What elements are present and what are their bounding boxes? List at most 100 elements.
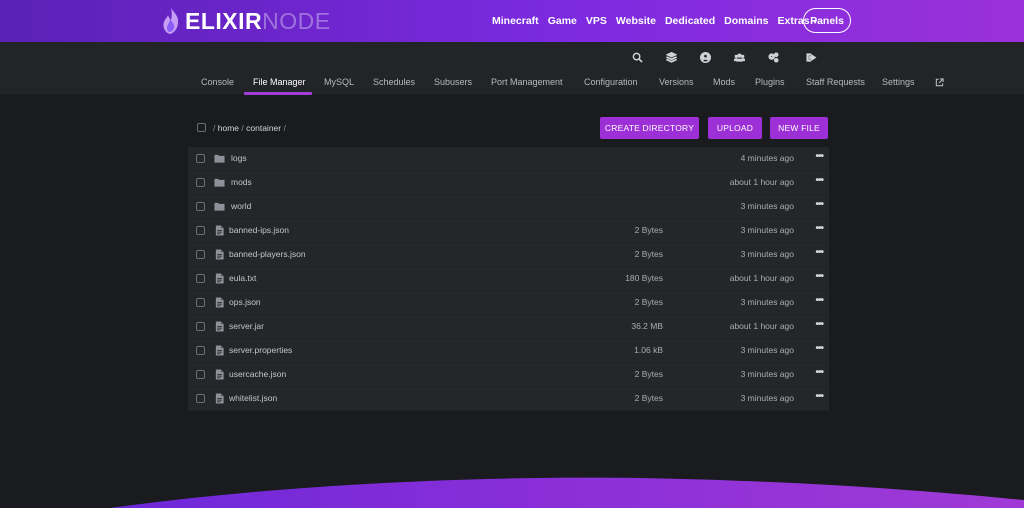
file-row[interactable]: logs 4 minutes ago ••• [188,147,829,171]
server-subnav: Console File Manager MySQL Schedules Sub… [0,42,1024,95]
row-menu-icon[interactable]: ••• [815,271,823,282]
file-row[interactable]: banned-ips.json 2 Bytes 3 minutes ago ••• [188,219,829,243]
file-name[interactable]: banned-ips.json [229,225,289,235]
row-menu-icon[interactable]: ••• [815,367,823,378]
file-modified: about 1 hour ago [729,273,794,283]
row-menu-icon[interactable]: ••• [815,319,823,330]
nav-game[interactable]: Game [548,15,577,27]
nav-minecraft[interactable]: Minecraft [492,15,539,27]
file-size: 2 Bytes [634,393,663,403]
tab-subusers[interactable]: Subusers [434,77,472,87]
breadcrumb-home[interactable]: home [218,123,239,133]
file-row[interactable]: whitelist.json 2 Bytes 3 minutes ago ••• [188,387,829,411]
row-checkbox[interactable] [196,394,205,403]
file-icon [214,225,225,236]
file-name[interactable]: banned-players.json [229,249,306,259]
cogs-icon[interactable] [768,52,780,64]
sign-out-icon[interactable] [806,52,818,64]
row-checkbox[interactable] [196,250,205,259]
folder-icon [214,201,225,212]
file-row[interactable]: banned-players.json 2 Bytes 3 minutes ago •… [188,243,829,267]
tab-mods[interactable]: Mods [713,77,735,87]
row-menu-icon[interactable]: ••• [815,391,823,402]
tab-configuration[interactable]: Configuration [584,77,638,87]
row-checkbox[interactable] [196,322,205,331]
upload-button[interactable]: UPLOAD [708,117,762,139]
file-size: 2 Bytes [634,225,663,235]
row-checkbox[interactable] [196,346,205,355]
external-link-icon[interactable] [935,78,944,87]
tab-staff-requests[interactable]: Staff Requests [806,77,865,87]
file-row[interactable]: ops.json 2 Bytes 3 minutes ago ••• [188,291,829,315]
file-size: 180 Bytes [625,273,663,283]
tab-mysql[interactable]: MySQL [324,77,354,87]
row-menu-icon[interactable]: ••• [815,175,823,186]
file-row[interactable]: server.properties 1.06 kB 3 minutes ago ••• [188,339,829,363]
panels-button[interactable]: Panels [803,8,851,33]
folder-icon [214,177,225,188]
row-checkbox[interactable] [196,226,205,235]
file-modified: 3 minutes ago [740,369,794,379]
layers-icon[interactable] [666,52,678,64]
row-menu-icon[interactable]: ••• [815,199,823,210]
row-menu-icon[interactable]: ••• [815,295,823,306]
row-menu-icon[interactable]: ••• [815,247,823,258]
row-menu-icon[interactable]: ••• [815,343,823,354]
file-name[interactable]: whitelist.json [229,393,277,403]
file-name[interactable]: server.properties [229,345,292,355]
tab-console[interactable]: Console [201,77,234,87]
tab-versions[interactable]: Versions [659,77,694,87]
file-row[interactable]: eula.txt 180 Bytes about 1 hour ago ••• [188,267,829,291]
file-name[interactable]: mods [231,177,252,187]
search-icon[interactable] [632,52,644,64]
nav-vps[interactable]: VPS [586,15,607,27]
select-all-checkbox[interactable] [197,123,206,132]
account-icon-row [0,52,1024,66]
row-menu-icon[interactable]: ••• [815,223,823,234]
row-checkbox[interactable] [196,298,205,307]
nav-website[interactable]: Website [616,15,656,27]
server-tabs: Console File Manager MySQL Schedules Sub… [0,77,1024,95]
file-name[interactable]: usercache.json [229,369,286,379]
new-file-button[interactable]: NEW FILE [770,117,828,139]
file-row[interactable]: server.jar 36.2 MB about 1 hour ago ••• [188,315,829,339]
user-circle-icon[interactable] [700,52,712,64]
row-checkbox[interactable] [196,202,205,211]
row-checkbox[interactable] [196,370,205,379]
row-checkbox[interactable] [196,154,205,163]
file-name[interactable]: world [231,201,251,211]
row-menu-icon[interactable]: ••• [815,151,823,162]
file-modified: 3 minutes ago [740,249,794,259]
file-icon [214,273,225,284]
tab-settings[interactable]: Settings [882,77,915,87]
tab-schedules[interactable]: Schedules [373,77,415,87]
file-modified: 3 minutes ago [740,393,794,403]
row-checkbox[interactable] [196,178,205,187]
create-directory-button[interactable]: CREATE DIRECTORY [600,117,699,139]
file-name[interactable]: server.jar [229,321,264,331]
file-name[interactable]: eula.txt [229,273,256,283]
file-size: 2 Bytes [634,297,663,307]
file-size: 1.06 kB [634,345,663,355]
brand-logo[interactable]: ELIXIR NODE [160,7,331,35]
file-modified: 3 minutes ago [740,345,794,355]
breadcrumb-separator: / [283,123,286,133]
tab-port-management[interactable]: Port Management [491,77,563,87]
file-row[interactable]: usercache.json 2 Bytes 3 minutes ago ••• [188,363,829,387]
file-name[interactable]: logs [231,153,247,163]
tab-file-manager[interactable]: File Manager [253,77,306,87]
tab-plugins[interactable]: Plugins [755,77,785,87]
file-name[interactable]: ops.json [229,297,261,307]
breadcrumb-container[interactable]: container [246,123,281,133]
nav-dedicated[interactable]: Dedicated [665,15,715,27]
nav-domains[interactable]: Domains [724,15,768,27]
file-list: logs 4 minutes ago ••• mods about 1 hour ago… [188,147,829,411]
file-row[interactable]: mods about 1 hour ago ••• [188,171,829,195]
users-icon[interactable] [734,52,746,64]
file-size: 2 Bytes [634,249,663,259]
brand-word-elixir: ELIXIR [185,7,263,34]
file-row[interactable]: world 3 minutes ago ••• [188,195,829,219]
file-icon [214,369,225,380]
row-checkbox[interactable] [196,274,205,283]
file-modified: 4 minutes ago [740,153,794,163]
